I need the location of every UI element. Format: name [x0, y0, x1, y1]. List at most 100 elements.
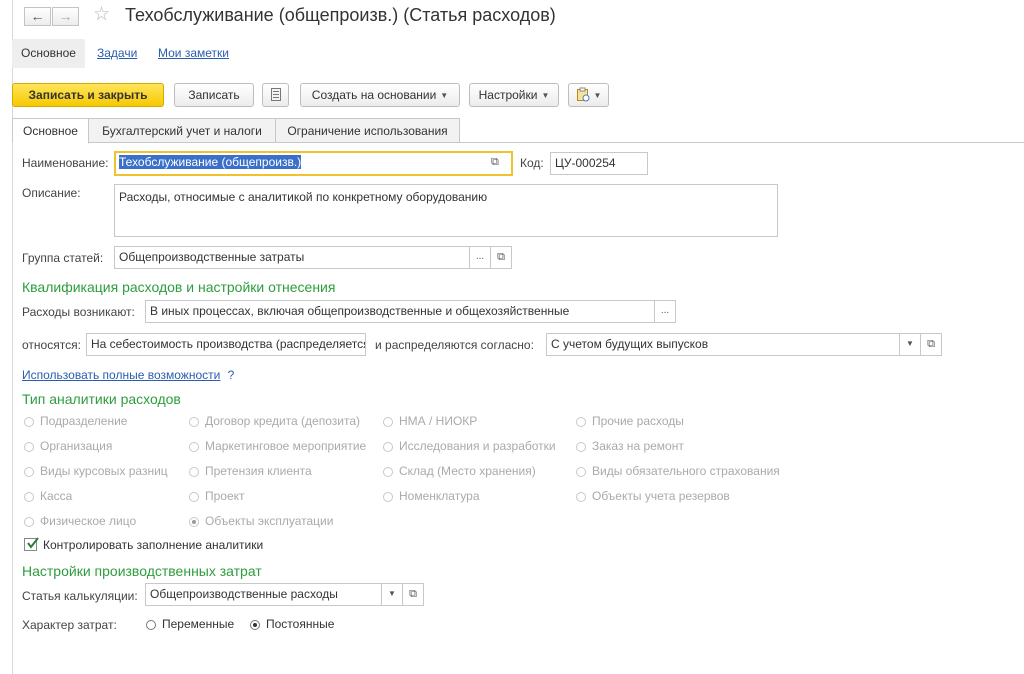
- analytics-option-label: Проект: [205, 489, 245, 503]
- analytics-option[interactable]: Виды курсовых разниц: [24, 463, 168, 479]
- create-based-on-button[interactable]: Создать на основании ▼: [300, 83, 460, 107]
- radio-icon: [146, 620, 156, 630]
- distribute-field[interactable]: С учетом будущих выпусков: [546, 333, 900, 356]
- analytics-option[interactable]: Проект: [189, 488, 245, 504]
- radio-icon: [24, 517, 34, 527]
- page-title: Техобслуживание (общепроизв.) (Статья ра…: [125, 5, 556, 25]
- tab-usage-restriction[interactable]: Ограничение использования: [275, 118, 460, 143]
- radio-icon: [250, 620, 260, 630]
- radio-icon: [576, 417, 586, 427]
- control-checkbox-label: Контролировать заполнение аналитики: [43, 538, 264, 552]
- print-button[interactable]: [262, 83, 289, 107]
- analytics-option[interactable]: Договор кредита (депозита): [189, 413, 360, 429]
- analytics-option-label: Виды обязательного страхования: [592, 464, 780, 478]
- analytics-option[interactable]: Организация: [24, 438, 112, 454]
- radio-icon: [576, 442, 586, 452]
- calc-field[interactable]: Общепроизводственные расходы: [145, 583, 382, 606]
- analytics-option[interactable]: Физическое лицо: [24, 513, 136, 529]
- tab-accounting-taxes[interactable]: Бухгалтерский учет и налоги: [88, 118, 276, 143]
- nature-option-variable[interactable]: Переменные: [146, 616, 234, 632]
- relate-label: относятся:: [22, 338, 81, 352]
- analytics-option-label: Исследования и разработки: [399, 439, 556, 453]
- attachments-button[interactable]: ▼: [568, 83, 609, 107]
- analytics-option-label: Объекты эксплуатации: [205, 514, 334, 528]
- tab-main[interactable]: Основное: [12, 118, 89, 144]
- star-icon[interactable]: ☆: [93, 5, 110, 25]
- analytics-option[interactable]: НМА / НИОКР: [383, 413, 477, 429]
- select-button[interactable]: ...: [469, 246, 491, 269]
- forward-button[interactable]: →: [52, 7, 79, 26]
- control-checkbox[interactable]: [24, 537, 39, 551]
- analytics-option-label: Договор кредита (депозита): [205, 414, 360, 428]
- chevron-down-icon: ▼: [541, 91, 550, 100]
- analytics-option[interactable]: Виды обязательного страхования: [576, 463, 780, 479]
- code-field[interactable]: ЦУ-000254: [550, 152, 648, 175]
- analytics-option-label: НМА / НИОКР: [399, 414, 478, 428]
- save-and-close-button[interactable]: Записать и закрыть: [12, 83, 164, 107]
- full-capabilities-link[interactable]: Использовать полные возможности: [22, 368, 220, 382]
- analytics-option-label: Маркетинговое мероприятие: [205, 439, 367, 453]
- clipboard-icon: [576, 87, 590, 102]
- nature-option-fixed[interactable]: Постоянные: [250, 616, 334, 632]
- analytics-option[interactable]: Заказ на ремонт: [576, 438, 684, 454]
- arise-field[interactable]: В иных процессах, включая общепроизводст…: [145, 300, 655, 323]
- section-tab-tasks[interactable]: Задачи: [97, 39, 137, 68]
- calc-label: Статья калькуляции:: [22, 589, 138, 603]
- open-icon[interactable]: ⧉: [402, 583, 424, 606]
- name-value: Техобслуживание (общепроизв.): [119, 155, 302, 169]
- analytics-option[interactable]: Подразделение: [24, 413, 127, 429]
- dropdown-button[interactable]: ▼: [899, 333, 921, 356]
- radio-icon: [24, 417, 34, 427]
- section-tab-main[interactable]: Основное: [12, 39, 85, 68]
- document-list-icon: [270, 88, 281, 101]
- analytics-option[interactable]: Прочие расходы: [576, 413, 684, 429]
- analytics-option[interactable]: Касса: [24, 488, 72, 504]
- arrow-left-icon: ←: [30, 8, 45, 24]
- analytics-option-label: Объекты учета резервов: [592, 489, 730, 503]
- analytics-option-label: Организация: [40, 439, 113, 453]
- name-field[interactable]: Техобслуживание (общепроизв.): [114, 151, 513, 176]
- open-icon[interactable]: ⧉: [920, 333, 942, 356]
- description-label: Описание:: [22, 186, 81, 200]
- analytics-option[interactable]: Исследования и разработки: [383, 438, 556, 454]
- code-label: Код:: [520, 156, 544, 170]
- analytics-option[interactable]: Объекты эксплуатации: [189, 513, 333, 529]
- analytics-heading: Тип аналитики расходов: [22, 391, 181, 407]
- analytics-option-label: Претензия клиента: [205, 464, 312, 478]
- open-icon[interactable]: ⧉: [490, 246, 512, 269]
- group-label: Группа статей:: [22, 251, 104, 265]
- radio-icon: [189, 467, 199, 477]
- dropdown-button[interactable]: ▼: [381, 583, 403, 606]
- save-button[interactable]: Записать: [174, 83, 254, 107]
- nature-label: Характер затрат:: [22, 618, 117, 632]
- open-icon[interactable]: ⧉: [491, 156, 505, 170]
- section-tab-notes[interactable]: Мои заметки: [158, 39, 229, 68]
- radio-icon: [24, 492, 34, 502]
- radio-icon: [576, 467, 586, 477]
- analytics-option-label: Прочие расходы: [592, 414, 684, 428]
- qualification-heading: Квалификация расходов и настройки отнесе…: [22, 279, 336, 295]
- chevron-down-icon: ▼: [906, 339, 914, 348]
- settings-button[interactable]: Настройки ▼: [469, 83, 559, 107]
- chevron-down-icon: ▼: [440, 91, 449, 100]
- radio-icon: [576, 492, 586, 502]
- nature-option-label: Постоянные: [266, 617, 335, 631]
- analytics-option[interactable]: Склад (Место хранения): [383, 463, 536, 479]
- analytics-option-label: Физическое лицо: [40, 514, 137, 528]
- settings-label: Настройки: [478, 88, 538, 102]
- analytics-option[interactable]: Номенклатура: [383, 488, 480, 504]
- description-textarea[interactable]: Расходы, относимые с аналитикой по конкр…: [114, 184, 778, 237]
- group-field[interactable]: Общепроизводственные затраты: [114, 246, 470, 269]
- analytics-option[interactable]: Маркетинговое мероприятие: [189, 438, 366, 454]
- back-button[interactable]: ←: [24, 7, 51, 26]
- analytics-option[interactable]: Объекты учета резервов: [576, 488, 730, 504]
- select-button[interactable]: ...: [654, 300, 676, 323]
- full-capabilities-row: Использовать полные возможности ?: [22, 368, 234, 382]
- radio-icon: [383, 492, 393, 502]
- radio-icon: [24, 467, 34, 477]
- help-icon[interactable]: ?: [228, 368, 235, 382]
- relate-field[interactable]: На себестоимость производства (распредел…: [86, 333, 366, 356]
- radio-icon: [383, 442, 393, 452]
- analytics-option[interactable]: Претензия клиента: [189, 463, 312, 479]
- radio-icon: [189, 517, 199, 527]
